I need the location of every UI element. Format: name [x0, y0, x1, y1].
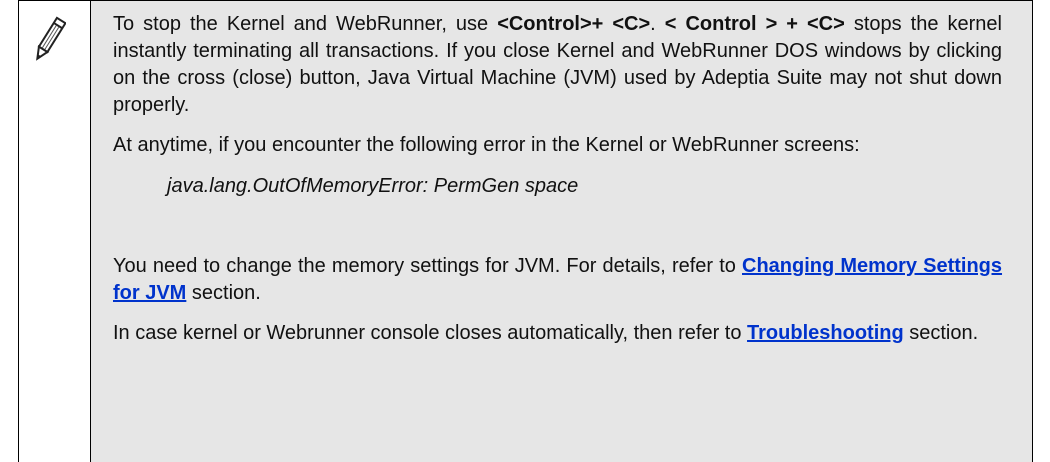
pencil-icon: [36, 16, 66, 61]
note-text-cell: To stop the Kernel and WebRunner, use <C…: [91, 1, 1032, 462]
error-message: java.lang.OutOfMemoryError: PermGen spac…: [167, 175, 579, 197]
troubleshooting-link[interactable]: Troubleshooting: [747, 322, 904, 344]
error-intro-paragraph: At anytime, if you encounter the followi…: [113, 134, 860, 156]
p4-text-1: In case kernel or Webrunner console clos…: [113, 322, 748, 344]
note-icon-cell: [19, 1, 91, 462]
p1-text-2: .: [650, 13, 665, 35]
p1-shortcut-1: <Control>+ <C>: [497, 13, 651, 35]
p1-text-1: To stop the Kernel and WebRunner, use: [113, 13, 498, 35]
p4-text-2: section.: [903, 322, 979, 344]
p3-text-2: section.: [186, 282, 261, 304]
p3-text-1: You need to change the memory settings f…: [113, 255, 742, 277]
p1-shortcut-2: < Control > + <C>: [664, 13, 845, 35]
note-box: To stop the Kernel and WebRunner, use <C…: [18, 0, 1033, 462]
troubleshooting-paragraph: In case kernel or Webrunner console clos…: [113, 320, 1002, 347]
stop-kernel-paragraph: To stop the Kernel and WebRunner, use <C…: [113, 11, 1002, 119]
memory-settings-paragraph: You need to change the memory settings f…: [113, 253, 1002, 307]
